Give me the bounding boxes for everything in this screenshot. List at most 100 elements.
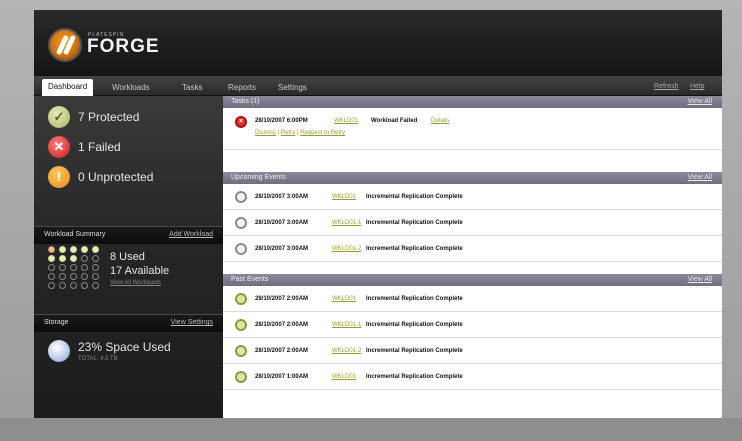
event-message: Incremental Replication Complete xyxy=(366,296,463,302)
upcoming-events-title: Upcoming Events xyxy=(231,174,286,181)
storage-title: Storage xyxy=(44,319,69,326)
workload-dot xyxy=(81,255,88,262)
event-message: Incremental Replication Complete xyxy=(366,194,463,200)
tasks-title: Tasks (1) xyxy=(231,98,260,105)
past-events-title: Past Events xyxy=(231,276,269,283)
complete-icon xyxy=(235,371,247,383)
error-icon: ✕ xyxy=(48,136,70,158)
upcoming-view-all-link[interactable]: View All xyxy=(688,174,712,181)
past-view-all-link[interactable]: View All xyxy=(688,276,712,283)
complete-icon xyxy=(235,319,247,331)
event-host-link[interactable]: WKLD01 xyxy=(332,296,356,302)
event-message: Incremental Replication Complete xyxy=(366,246,463,252)
workload-dot xyxy=(81,264,88,271)
event-message: Incremental Replication Complete xyxy=(366,348,463,354)
request-retry-link[interactable]: Request to Retry xyxy=(300,130,345,136)
dismiss-link[interactable]: Dismiss xyxy=(255,130,276,136)
storage-total: TOTAL: 4.5 TB xyxy=(78,356,118,362)
disk-icon xyxy=(48,340,70,362)
main-panel: Tasks (1) View All × 28/10/2007 6:00PM W… xyxy=(223,96,722,418)
tab-settings[interactable]: Settings xyxy=(272,80,313,96)
unprotected-status[interactable]: ! 0 Unprotected xyxy=(48,166,218,190)
add-workload-link[interactable]: Add Workload xyxy=(169,231,213,238)
tab-reports[interactable]: Reports xyxy=(222,80,262,96)
event-date: 28/10/2007 3:00AM xyxy=(255,220,309,226)
error-icon: × xyxy=(235,116,247,128)
event-message: Incremental Replication Complete xyxy=(366,220,463,226)
past-events-header: Past Events View All xyxy=(223,274,722,286)
workload-dot xyxy=(59,273,66,280)
tasks-header: Tasks (1) View All xyxy=(223,96,722,108)
workload-dot xyxy=(48,246,55,253)
task-host-link[interactable]: WKLD01 xyxy=(334,118,358,124)
event-host-link[interactable]: WKLD01-1 xyxy=(332,220,361,226)
check-icon: ✓ xyxy=(48,106,70,128)
workload-dot xyxy=(92,282,99,289)
task-row[interactable]: × 28/10/2007 6:00PM WKLD01 Workload Fail… xyxy=(223,108,722,150)
complete-icon xyxy=(235,345,247,357)
view-settings-link[interactable]: View Settings xyxy=(171,319,213,326)
workload-dot xyxy=(81,246,88,253)
workload-dot xyxy=(70,282,77,289)
workloads-used: 8 Used xyxy=(110,251,145,263)
pending-icon xyxy=(235,243,247,255)
event-date: 28/10/2007 3:00AM xyxy=(255,246,309,252)
event-date: 28/10/2007 2:00AM xyxy=(255,348,309,354)
task-details-link[interactable]: Details xyxy=(431,118,449,124)
event-row[interactable]: 28/10/2007 1:00AM WKLD01 Incremental Rep… xyxy=(223,365,722,390)
tab-workloads[interactable]: Workloads xyxy=(106,80,156,96)
upcoming-events-header: Upcoming Events View All xyxy=(223,172,722,184)
logo-text: FORGE xyxy=(87,36,160,57)
help-link[interactable]: Help xyxy=(690,83,704,90)
view-all-workloads-link[interactable]: View All Workloads xyxy=(110,280,161,286)
refresh-link[interactable]: Refresh xyxy=(654,83,679,90)
workloads-available: 17 Available xyxy=(110,265,170,277)
workload-dot xyxy=(81,273,88,280)
workload-dot xyxy=(59,255,66,262)
complete-icon xyxy=(235,293,247,305)
workload-dot xyxy=(70,255,77,262)
status-bar xyxy=(0,418,742,441)
pending-icon xyxy=(235,191,247,203)
tab-tasks[interactable]: Tasks xyxy=(176,80,208,96)
workload-dot xyxy=(59,264,66,271)
space-used: 23% Space Used xyxy=(78,340,171,354)
workload-dot xyxy=(92,246,99,253)
protected-label: 7 Protected xyxy=(78,110,140,124)
event-date: 28/10/2007 2:00AM xyxy=(255,322,309,328)
event-row[interactable]: 28/10/2007 3:00AM WKLD01-1 Incremental R… xyxy=(223,211,722,236)
workload-dot xyxy=(92,255,99,262)
app-window: PLATESPIN FORGE Dashboard Workloads Task… xyxy=(34,10,722,418)
workload-dot xyxy=(48,264,55,271)
event-host-link[interactable]: WKLD01 xyxy=(332,374,356,380)
event-host-link[interactable]: WKLD01-2 xyxy=(332,348,361,354)
failed-status[interactable]: ✕ 1 Failed xyxy=(48,136,218,160)
workload-dot xyxy=(59,282,66,289)
event-date: 28/10/2007 1:00AM xyxy=(255,374,309,380)
workload-dot xyxy=(59,246,66,253)
tab-dashboard[interactable]: Dashboard xyxy=(42,79,94,96)
retry-link[interactable]: Retry xyxy=(281,130,295,136)
event-row[interactable]: 28/10/2007 2:00AM WKLD01-2 Incremental R… xyxy=(223,339,722,364)
event-date: 28/10/2007 3:00AM xyxy=(255,194,309,200)
event-host-link[interactable]: WKLD01-1 xyxy=(332,322,361,328)
header: PLATESPIN FORGE xyxy=(34,10,722,76)
event-row[interactable]: 28/10/2007 2:00AM WKLD01-1 Incremental R… xyxy=(223,313,722,338)
event-row[interactable]: 28/10/2007 3:00AM WKLD01-2 Incremental R… xyxy=(223,237,722,262)
event-row[interactable]: 28/10/2007 2:00AM WKLD01 Incremental Rep… xyxy=(223,287,722,312)
storage-header: Storage View Settings xyxy=(34,314,223,332)
protected-status[interactable]: ✓ 7 Protected xyxy=(48,106,218,130)
workload-dot xyxy=(70,273,77,280)
workload-dot xyxy=(48,255,55,262)
task-date: 28/10/2007 6:00PM xyxy=(255,118,308,124)
workload-dot xyxy=(70,264,77,271)
event-host-link[interactable]: WKLD01 xyxy=(332,194,356,200)
event-message: Incremental Replication Complete xyxy=(366,322,463,328)
tasks-view-all-link[interactable]: View All xyxy=(688,98,712,105)
unprotected-label: 0 Unprotected xyxy=(78,170,154,184)
workload-dot xyxy=(70,246,77,253)
workload-summary-header: Workload Summary Add Workload xyxy=(34,226,223,244)
event-row[interactable]: 28/10/2007 3:00AM WKLD01 Incremental Rep… xyxy=(223,185,722,210)
event-host-link[interactable]: WKLD01-2 xyxy=(332,246,361,252)
event-date: 28/10/2007 2:00AM xyxy=(255,296,309,302)
